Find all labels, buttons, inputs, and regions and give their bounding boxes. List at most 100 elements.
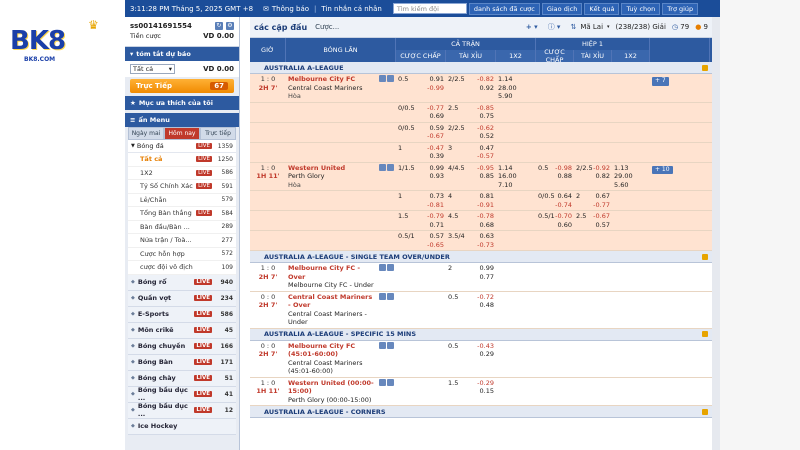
tv-icon[interactable] [387,163,394,171]
market-item[interactable]: Lẻ/Chẵn 579 [128,194,236,207]
sport-category[interactable]: ◆ Bóng rổ LIVE 940 [128,274,236,291]
handicap-odds-home[interactable]: -0.47 [427,144,444,153]
match-teams[interactable]: Central Coast Mariners - Over Central Co… [286,292,396,328]
odds-x[interactable]: 7.10 [498,181,534,190]
market-item[interactable]: Bàn đầu/Bàn ... 289 [128,221,236,234]
more-markets-button[interactable]: + 10 [652,165,673,174]
match-teams[interactable]: Western United (00:00-15:00) Perth Glory… [286,378,396,406]
sport-item-football[interactable]: ▼ Bóng đá LIVE 1359 [128,140,236,153]
under-odds[interactable]: -0.57 [477,152,494,161]
handicap-odds-home[interactable]: 0.99 [430,164,444,173]
half-handicap-odds-away[interactable]: -0.74 [555,201,572,210]
results-button[interactable]: Kết quả [584,2,620,15]
half-over-odds[interactable]: -0.67 [593,212,610,221]
menu-toggle[interactable]: ≡ ẩn Menu [125,113,239,127]
league-header[interactable]: AUSTRALIA A-LEAGUE - SPECIFIC 15 MINS [250,328,712,341]
more-markets-button[interactable]: + 7 [652,77,669,86]
tv-icon[interactable] [387,75,394,82]
over-odds[interactable]: 0.47 [480,144,494,153]
half-odds-2[interactable]: 29.00 [614,172,648,181]
half-odds-x[interactable]: 5.60 [614,181,648,190]
handicap-odds-away[interactable]: -0.99 [427,84,444,93]
under-odds[interactable]: -0.73 [477,241,494,250]
sort-icon[interactable]: ⇅ [570,23,576,31]
tab-today[interactable]: Hôm nay [164,127,200,140]
settings-icon[interactable]: ⚙ [226,22,234,30]
handicap-odds-home[interactable]: -0.77 [427,104,444,113]
handicap-odds-home[interactable]: 0.57 [430,232,444,241]
tv-icon[interactable] [387,264,394,271]
stats-icon[interactable] [379,292,386,300]
market-item[interactable]: Nửa trận / Toà... 277 [128,234,236,248]
over-odds[interactable]: 0.81 [480,192,494,201]
handicap-odds-home[interactable]: 0.59 [430,124,444,133]
league-header[interactable]: AUSTRALIA A-LEAGUE - SINGLE TEAM OVER/UN… [250,251,712,263]
half-under-odds[interactable]: -0.77 [593,201,610,210]
half-handicap-odds-home[interactable]: 0.64 [558,192,572,201]
notice-link[interactable]: ✉ Thông báo [258,5,314,13]
handicap-odds-away[interactable]: -0.81 [427,201,444,210]
odds-2[interactable]: 28.00 [498,84,534,93]
under-odds[interactable]: 0.52 [480,132,494,141]
handicap-odds-away[interactable]: 0.71 [430,221,444,230]
odds-2[interactable]: 16.00 [498,172,534,181]
over-odds[interactable]: -0.85 [477,104,494,113]
half-over-odds[interactable]: 0.67 [596,192,610,201]
transactions-button[interactable]: Giao dịch [541,2,583,15]
refresh-icon[interactable]: ↻ [214,22,223,30]
favorite-star-icon[interactable] [702,253,708,260]
half-under-odds[interactable]: 0.57 [596,221,610,230]
add-icon[interactable]: + ▾ [526,23,538,31]
team-search-input[interactable]: Tìm kiếm đội [392,3,467,14]
under-odds[interactable]: 0.29 [480,350,494,359]
sport-category[interactable]: ◆ Bóng chuyền LIVE 166 [128,338,236,355]
help-button[interactable]: Trợ giúp [662,2,699,15]
tab-tomorrow[interactable]: Ngày mai [128,127,164,140]
odds-format-select[interactable]: Mã Lai [580,23,603,31]
market-item[interactable]: Tổng Bàn thắng LIVE 584 [128,207,236,221]
under-odds[interactable]: 0.77 [480,273,494,282]
handicap-odds-away[interactable]: 0.93 [430,172,444,181]
under-odds[interactable]: 0.68 [480,221,494,230]
half-under-odds[interactable]: 0.82 [596,172,610,181]
half-handicap-odds-home[interactable]: -0.70 [555,212,572,221]
under-odds[interactable]: 0.85 [480,172,494,181]
stats-icon[interactable] [379,264,386,271]
favorite-star-icon[interactable] [702,331,708,337]
sport-category[interactable]: ◆ Bóng chày LIVE 51 [128,370,236,387]
odds-1[interactable]: 1.14 [498,164,534,173]
sport-category[interactable]: ◆ Bóng bầu dục ... LIVE 12 [128,402,236,419]
half-handicap-odds-home[interactable]: -0.98 [555,164,572,173]
info-icon[interactable]: ⓘ ▾ [548,22,561,32]
handicap-odds-home[interactable]: 0.73 [430,192,444,201]
options-button[interactable]: Tuỳ chọn [621,2,661,15]
over-odds[interactable]: -0.62 [477,124,494,133]
under-odds[interactable]: 0.48 [480,301,494,310]
over-odds[interactable]: 0.63 [480,232,494,241]
over-odds[interactable]: -0.43 [477,342,494,351]
sport-category[interactable]: ◆ Bóng bầu dục ... LIVE 41 [128,386,236,403]
handicap-odds-away[interactable]: 0.39 [430,152,444,161]
half-handicap-odds-away[interactable]: 0.60 [558,221,572,230]
half-over-odds[interactable]: -0.92 [593,164,610,173]
odds-x[interactable]: 5.90 [498,92,534,101]
half-handicap-odds-away[interactable]: 0.88 [558,172,572,181]
favorite-star-icon[interactable] [702,408,708,415]
bet-list-button[interactable]: danh sách đã cược [468,2,540,15]
over-odds[interactable]: -0.72 [477,293,494,302]
sport-category[interactable]: ◆ Quần vợt LIVE 234 [128,290,236,307]
half-odds-1[interactable]: 1.13 [614,164,648,173]
stats-icon[interactable] [379,75,386,82]
under-odds[interactable]: -0.91 [477,201,494,210]
sport-category[interactable]: ◆ E-Sports LIVE 586 [128,306,236,323]
summary-filter-select[interactable]: Tất cả ▾ [130,64,175,74]
over-odds[interactable]: -0.78 [477,212,494,221]
stats-icon[interactable] [379,341,386,349]
sport-category[interactable]: ◆ Ice Hockey [128,418,236,435]
handicap-odds-away[interactable]: 0.69 [430,112,444,121]
match-teams[interactable]: Melbourne City FC - Over Melbourne City … [286,263,396,291]
league-header[interactable]: AUSTRALIA A-LEAGUE [250,62,712,74]
over-odds[interactable]: 0.99 [480,264,494,273]
tv-icon[interactable] [387,292,394,300]
over-odds[interactable]: -0.95 [477,164,494,173]
